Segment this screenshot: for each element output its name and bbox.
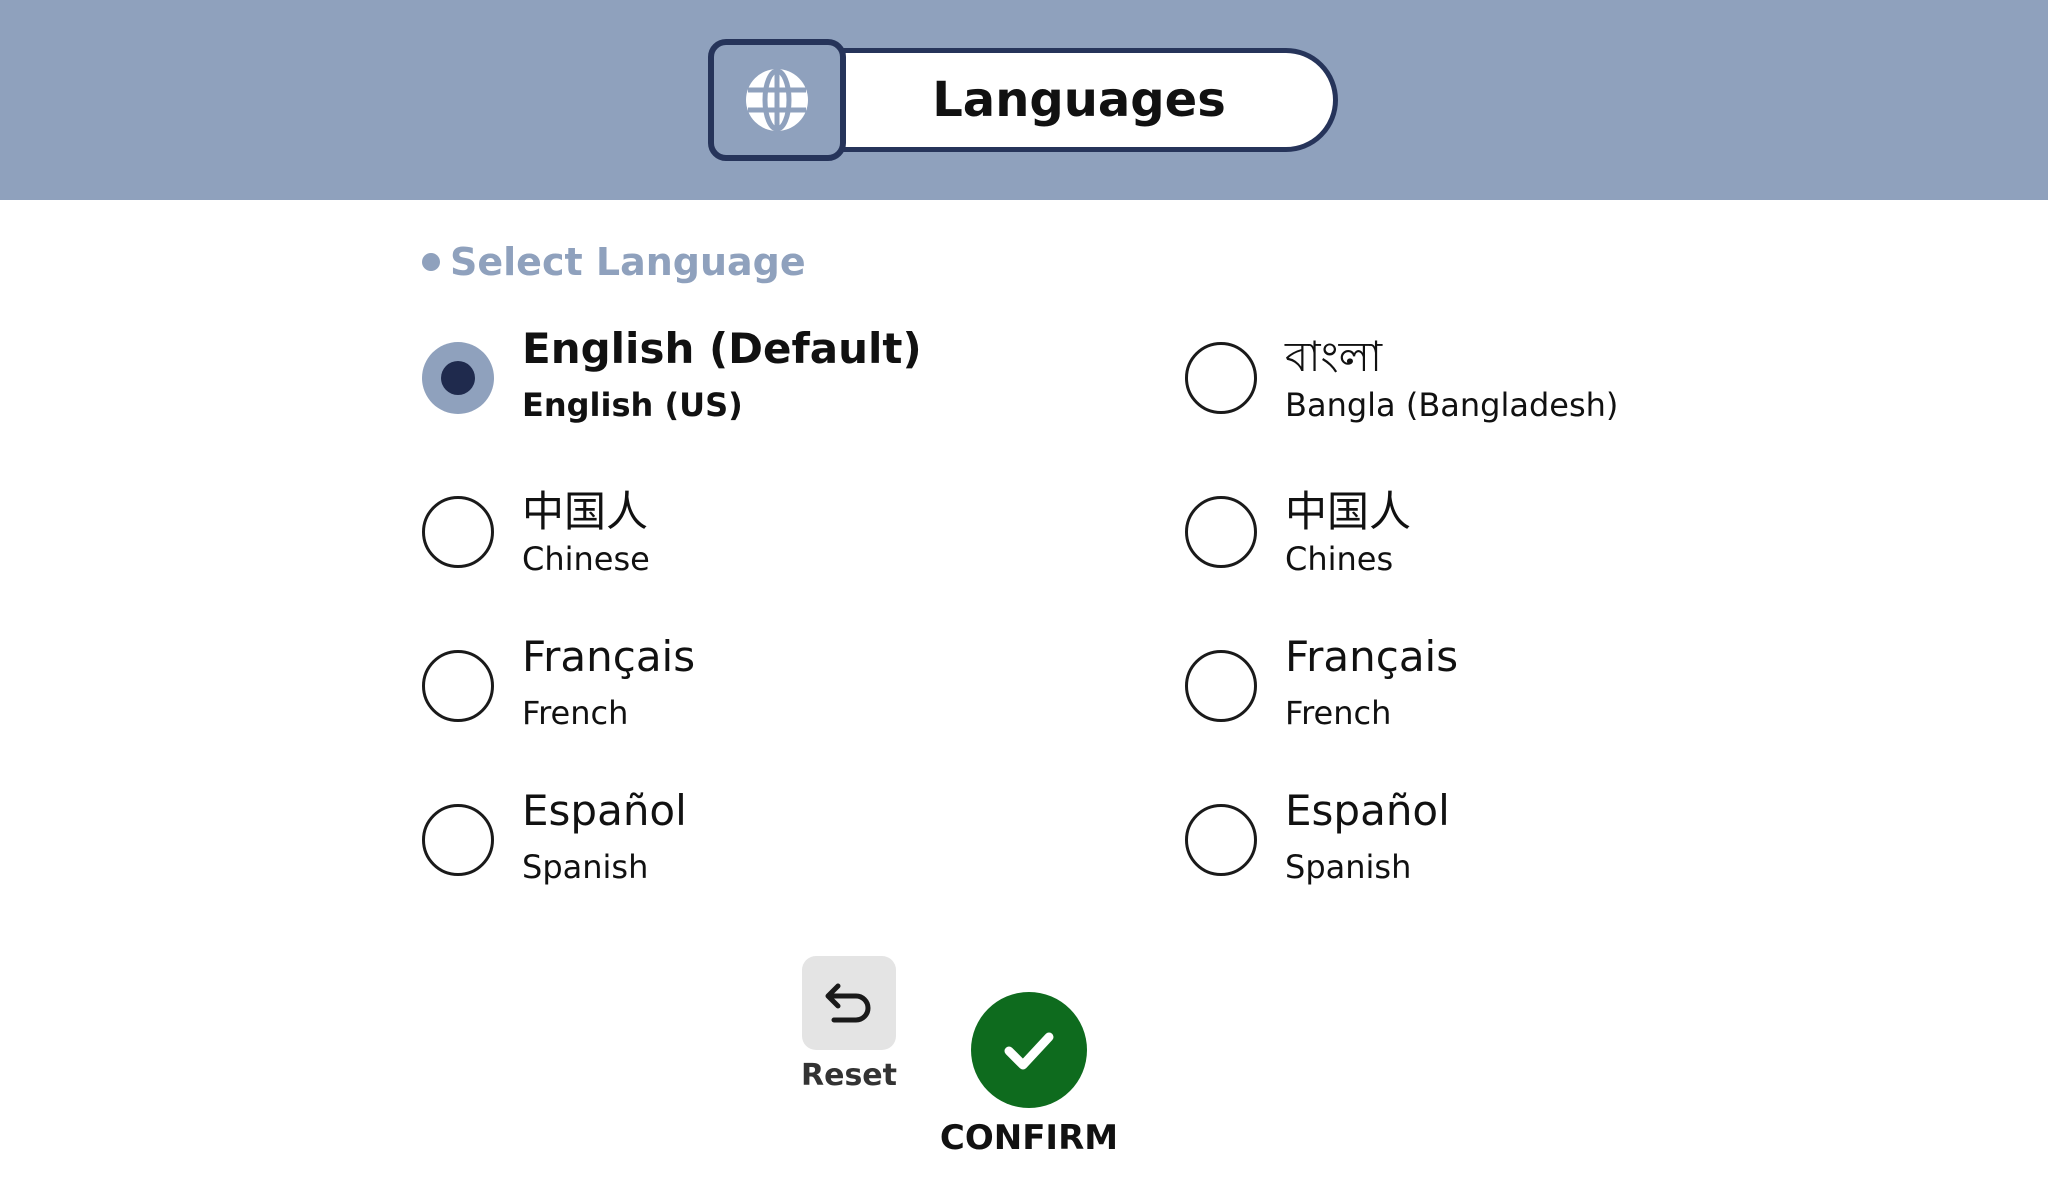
language-option-bangla[interactable]: বাংলা Bangla (Bangladesh) bbox=[1185, 316, 1805, 436]
radio-button[interactable] bbox=[1185, 650, 1257, 722]
undo-icon bbox=[825, 983, 871, 1023]
option-sub-name: Spanish bbox=[1285, 848, 1412, 886]
radio-button[interactable] bbox=[1185, 342, 1257, 414]
radio-button[interactable] bbox=[422, 650, 494, 722]
radio-selected-dot bbox=[441, 361, 475, 395]
confirm-label[interactable]: CONFIRM bbox=[930, 1118, 1128, 1158]
reset-button[interactable] bbox=[802, 956, 896, 1050]
option-native-name: 中国人 bbox=[1285, 487, 1412, 536]
reset-label[interactable]: Reset bbox=[790, 1058, 908, 1093]
globe-icon-box bbox=[708, 39, 846, 161]
option-native-name: Français bbox=[522, 632, 696, 681]
option-native-name: Français bbox=[1285, 632, 1459, 681]
language-option-french-2[interactable]: Français French bbox=[1185, 624, 1805, 744]
confirm-button[interactable] bbox=[971, 992, 1087, 1108]
radio-button[interactable] bbox=[1185, 804, 1257, 876]
bullet-dot bbox=[422, 253, 440, 271]
option-native-name: বাংলা bbox=[1285, 332, 1383, 381]
option-native-name: English (Default) bbox=[522, 324, 922, 373]
page-title: Languages bbox=[932, 72, 1226, 128]
option-native-name: Español bbox=[522, 786, 687, 835]
radio-button[interactable] bbox=[422, 342, 494, 414]
option-native-name: Español bbox=[1285, 786, 1450, 835]
check-icon bbox=[1004, 1032, 1054, 1070]
language-option-chinese[interactable]: 中国人 Chinese bbox=[422, 470, 1042, 590]
radio-button[interactable] bbox=[422, 804, 494, 876]
option-sub-name: French bbox=[1285, 694, 1392, 732]
section-label: Select Language bbox=[422, 240, 806, 284]
option-sub-name: Chinese bbox=[522, 540, 650, 578]
language-option-spanish[interactable]: Español Spanish bbox=[422, 778, 1042, 898]
radio-button[interactable] bbox=[1185, 496, 1257, 568]
option-sub-name: Chines bbox=[1285, 540, 1394, 578]
radio-button[interactable] bbox=[422, 496, 494, 568]
option-sub-name: Spanish bbox=[522, 848, 649, 886]
option-sub-name: English (US) bbox=[522, 386, 743, 424]
language-option-chinese-2[interactable]: 中国人 Chines bbox=[1185, 470, 1805, 590]
globe-icon bbox=[746, 68, 808, 132]
language-option-english[interactable]: English (Default) English (US) bbox=[422, 316, 1042, 436]
option-sub-name: French bbox=[522, 694, 629, 732]
language-option-french[interactable]: Français French bbox=[422, 624, 1042, 744]
language-option-spanish-2[interactable]: Español Spanish bbox=[1185, 778, 1805, 898]
section-label-text: Select Language bbox=[450, 240, 806, 284]
option-sub-name: Bangla (Bangladesh) bbox=[1285, 386, 1619, 424]
option-native-name: 中国人 bbox=[522, 487, 649, 536]
